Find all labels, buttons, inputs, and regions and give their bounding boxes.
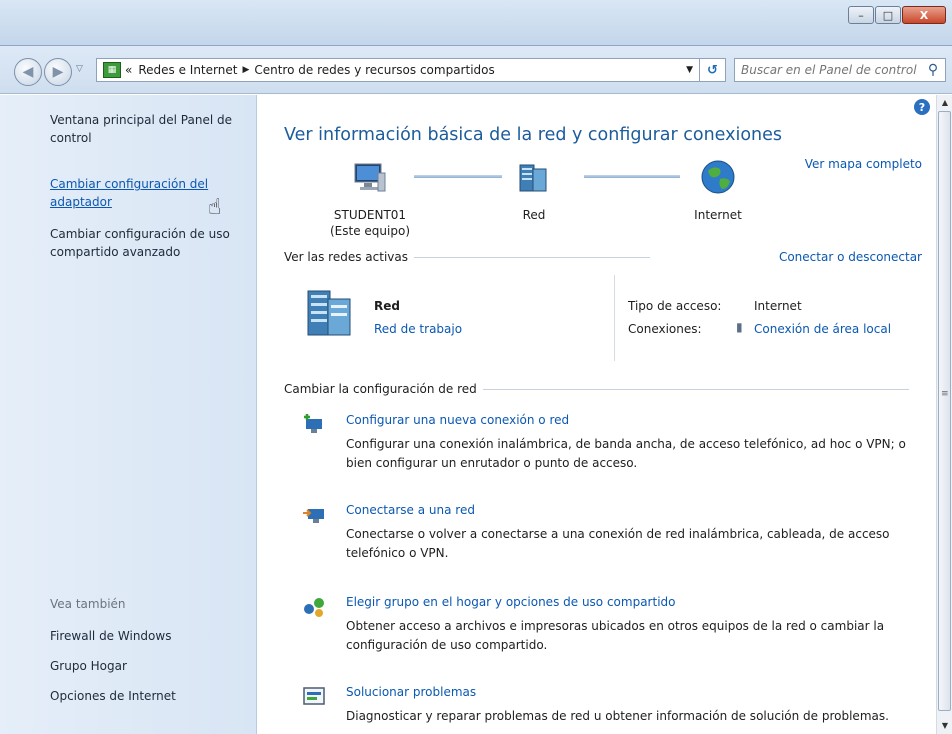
vertical-scrollbar[interactable]: ▲ ≡ ▼ <box>936 95 952 734</box>
troubleshoot-icon <box>303 687 325 705</box>
task-homegroup: Elegir grupo en el hogar y opciones de u… <box>302 595 932 665</box>
search-box[interactable]: ⚲ <box>734 58 946 82</box>
search-input[interactable] <box>735 63 923 77</box>
change-settings-heading: Cambiar la configuración de red <box>284 382 477 396</box>
network-name: Red <box>374 299 400 313</box>
access-type-label: Tipo de acceso: <box>628 299 722 313</box>
address-bar[interactable]: ▦ « Redes e Internet ▶ Centro de redes y… <box>96 58 700 82</box>
sidebar-link-firewall[interactable]: Firewall de Windows <box>50 627 250 645</box>
maximize-button[interactable]: □ <box>875 6 901 24</box>
access-type-value: Internet <box>754 299 802 313</box>
connect-disconnect-link[interactable]: Conectar o desconectar <box>779 250 922 264</box>
see-also-heading: Vea también <box>50 597 126 611</box>
connect-network-icon <box>303 509 324 523</box>
map-connector <box>414 175 502 178</box>
task-new-connection: Configurar una nueva conexión o red Conf… <box>302 413 932 483</box>
task-desc-troubleshoot: Diagnosticar y reparar problemas de red … <box>346 709 889 723</box>
connections-label: Conexiones: <box>628 322 702 336</box>
globe-icon <box>701 160 735 194</box>
address-dropdown-icon[interactable]: ▼ <box>680 65 699 75</box>
refresh-icon: ↺ <box>707 62 718 78</box>
breadcrumb-separator-icon[interactable]: ▶ <box>242 65 249 75</box>
ethernet-icon: ▮ <box>736 320 743 334</box>
control-panel-icon: ▦ <box>103 62 121 78</box>
scroll-thumb[interactable] <box>938 111 951 711</box>
divider <box>482 388 909 390</box>
internet-node-label: Internet <box>694 208 742 222</box>
homegroup-icon <box>304 598 324 617</box>
sidebar-link-internet-options[interactable]: Opciones de Internet <box>50 687 250 705</box>
task-title-homegroup[interactable]: Elegir grupo en el hogar y opciones de u… <box>346 595 676 609</box>
active-networks-header: Ver las redes activas <box>284 250 674 264</box>
map-connector <box>584 175 680 178</box>
scroll-up-icon[interactable]: ▲ <box>937 95 952 111</box>
vertical-divider <box>614 275 615 361</box>
sidebar-link-main[interactable]: Ventana principal del Panel de control <box>50 111 250 147</box>
task-desc-connect-network: Conectarse o volver a conectarse a una c… <box>346 527 890 560</box>
navigation-bar: ◀ ▶ ▽ ▦ « Redes e Internet ▶ Centro de r… <box>0 46 952 94</box>
work-network-icon[interactable] <box>302 285 358 341</box>
scroll-grip-icon: ≡ <box>941 389 949 399</box>
network-type-link[interactable]: Red de trabajo <box>374 322 462 336</box>
task-connect-network: Conectarse a una red Conectarse o volver… <box>302 503 932 573</box>
task-title-troubleshoot[interactable]: Solucionar problemas <box>346 685 476 699</box>
hand-cursor-icon: ☝ <box>208 195 222 220</box>
map-node-internet[interactable]: Internet <box>678 159 758 223</box>
breadcrumb-overflow[interactable]: « <box>125 63 132 77</box>
computer-sublabel: (Este equipo) <box>330 224 410 238</box>
back-arrow-icon: ◀ <box>22 64 34 80</box>
sidebar-link-homegroup[interactable]: Grupo Hogar <box>50 657 250 675</box>
task-title-new-connection[interactable]: Configurar una nueva conexión o red <box>346 413 569 427</box>
computer-icon <box>354 163 386 192</box>
task-title-connect-network[interactable]: Conectarse a una red <box>346 503 475 517</box>
sidebar-link-sharing[interactable]: Cambiar configuración de uso compartido … <box>50 225 250 261</box>
map-node-network[interactable]: Red <box>504 159 564 223</box>
recent-pages-dropdown[interactable]: ▽ <box>76 64 83 74</box>
window-controls: – □ X <box>848 6 946 24</box>
title-bar: – □ X <box>0 0 952 46</box>
change-settings-header: Cambiar la configuración de red <box>284 382 924 396</box>
map-node-computer[interactable]: STUDENT01 (Este equipo) <box>320 159 420 239</box>
network-node-label: Red <box>522 208 546 222</box>
close-button[interactable]: X <box>902 6 946 24</box>
local-connection-link[interactable]: Conexión de área local <box>754 322 891 336</box>
active-networks-heading: Ver las redes activas <box>284 250 408 264</box>
help-icon[interactable]: ? <box>914 99 930 115</box>
refresh-button[interactable]: ↺ <box>700 58 726 82</box>
divider <box>413 256 650 258</box>
breadcrumb-redes-internet[interactable]: Redes e Internet <box>138 63 237 77</box>
main-content: ? Ver información básica de la red y con… <box>258 95 936 734</box>
network-icon <box>519 164 547 192</box>
task-troubleshoot: Solucionar problemas Diagnosticar y repa… <box>302 685 932 733</box>
forward-arrow-icon: ▶ <box>52 64 64 80</box>
task-desc-homegroup: Obtener acceso a archivos e impresoras u… <box>346 619 885 652</box>
task-desc-new-connection: Configurar una conexión inalámbrica, de … <box>346 437 906 470</box>
sidebar: Ventana principal del Panel de control C… <box>0 95 257 734</box>
computer-name: STUDENT01 <box>333 208 407 222</box>
minimize-button[interactable]: – <box>848 6 874 24</box>
full-map-link[interactable]: Ver mapa completo <box>805 157 922 171</box>
forward-button[interactable]: ▶ <box>44 58 72 86</box>
new-connection-icon <box>304 414 322 433</box>
breadcrumb-centro-redes[interactable]: Centro de redes y recursos compartidos <box>254 63 494 77</box>
scroll-down-icon[interactable]: ▼ <box>937 718 952 734</box>
page-title: Ver información básica de la red y confi… <box>284 125 783 145</box>
search-icon[interactable]: ⚲ <box>923 62 943 78</box>
back-button[interactable]: ◀ <box>14 58 42 86</box>
